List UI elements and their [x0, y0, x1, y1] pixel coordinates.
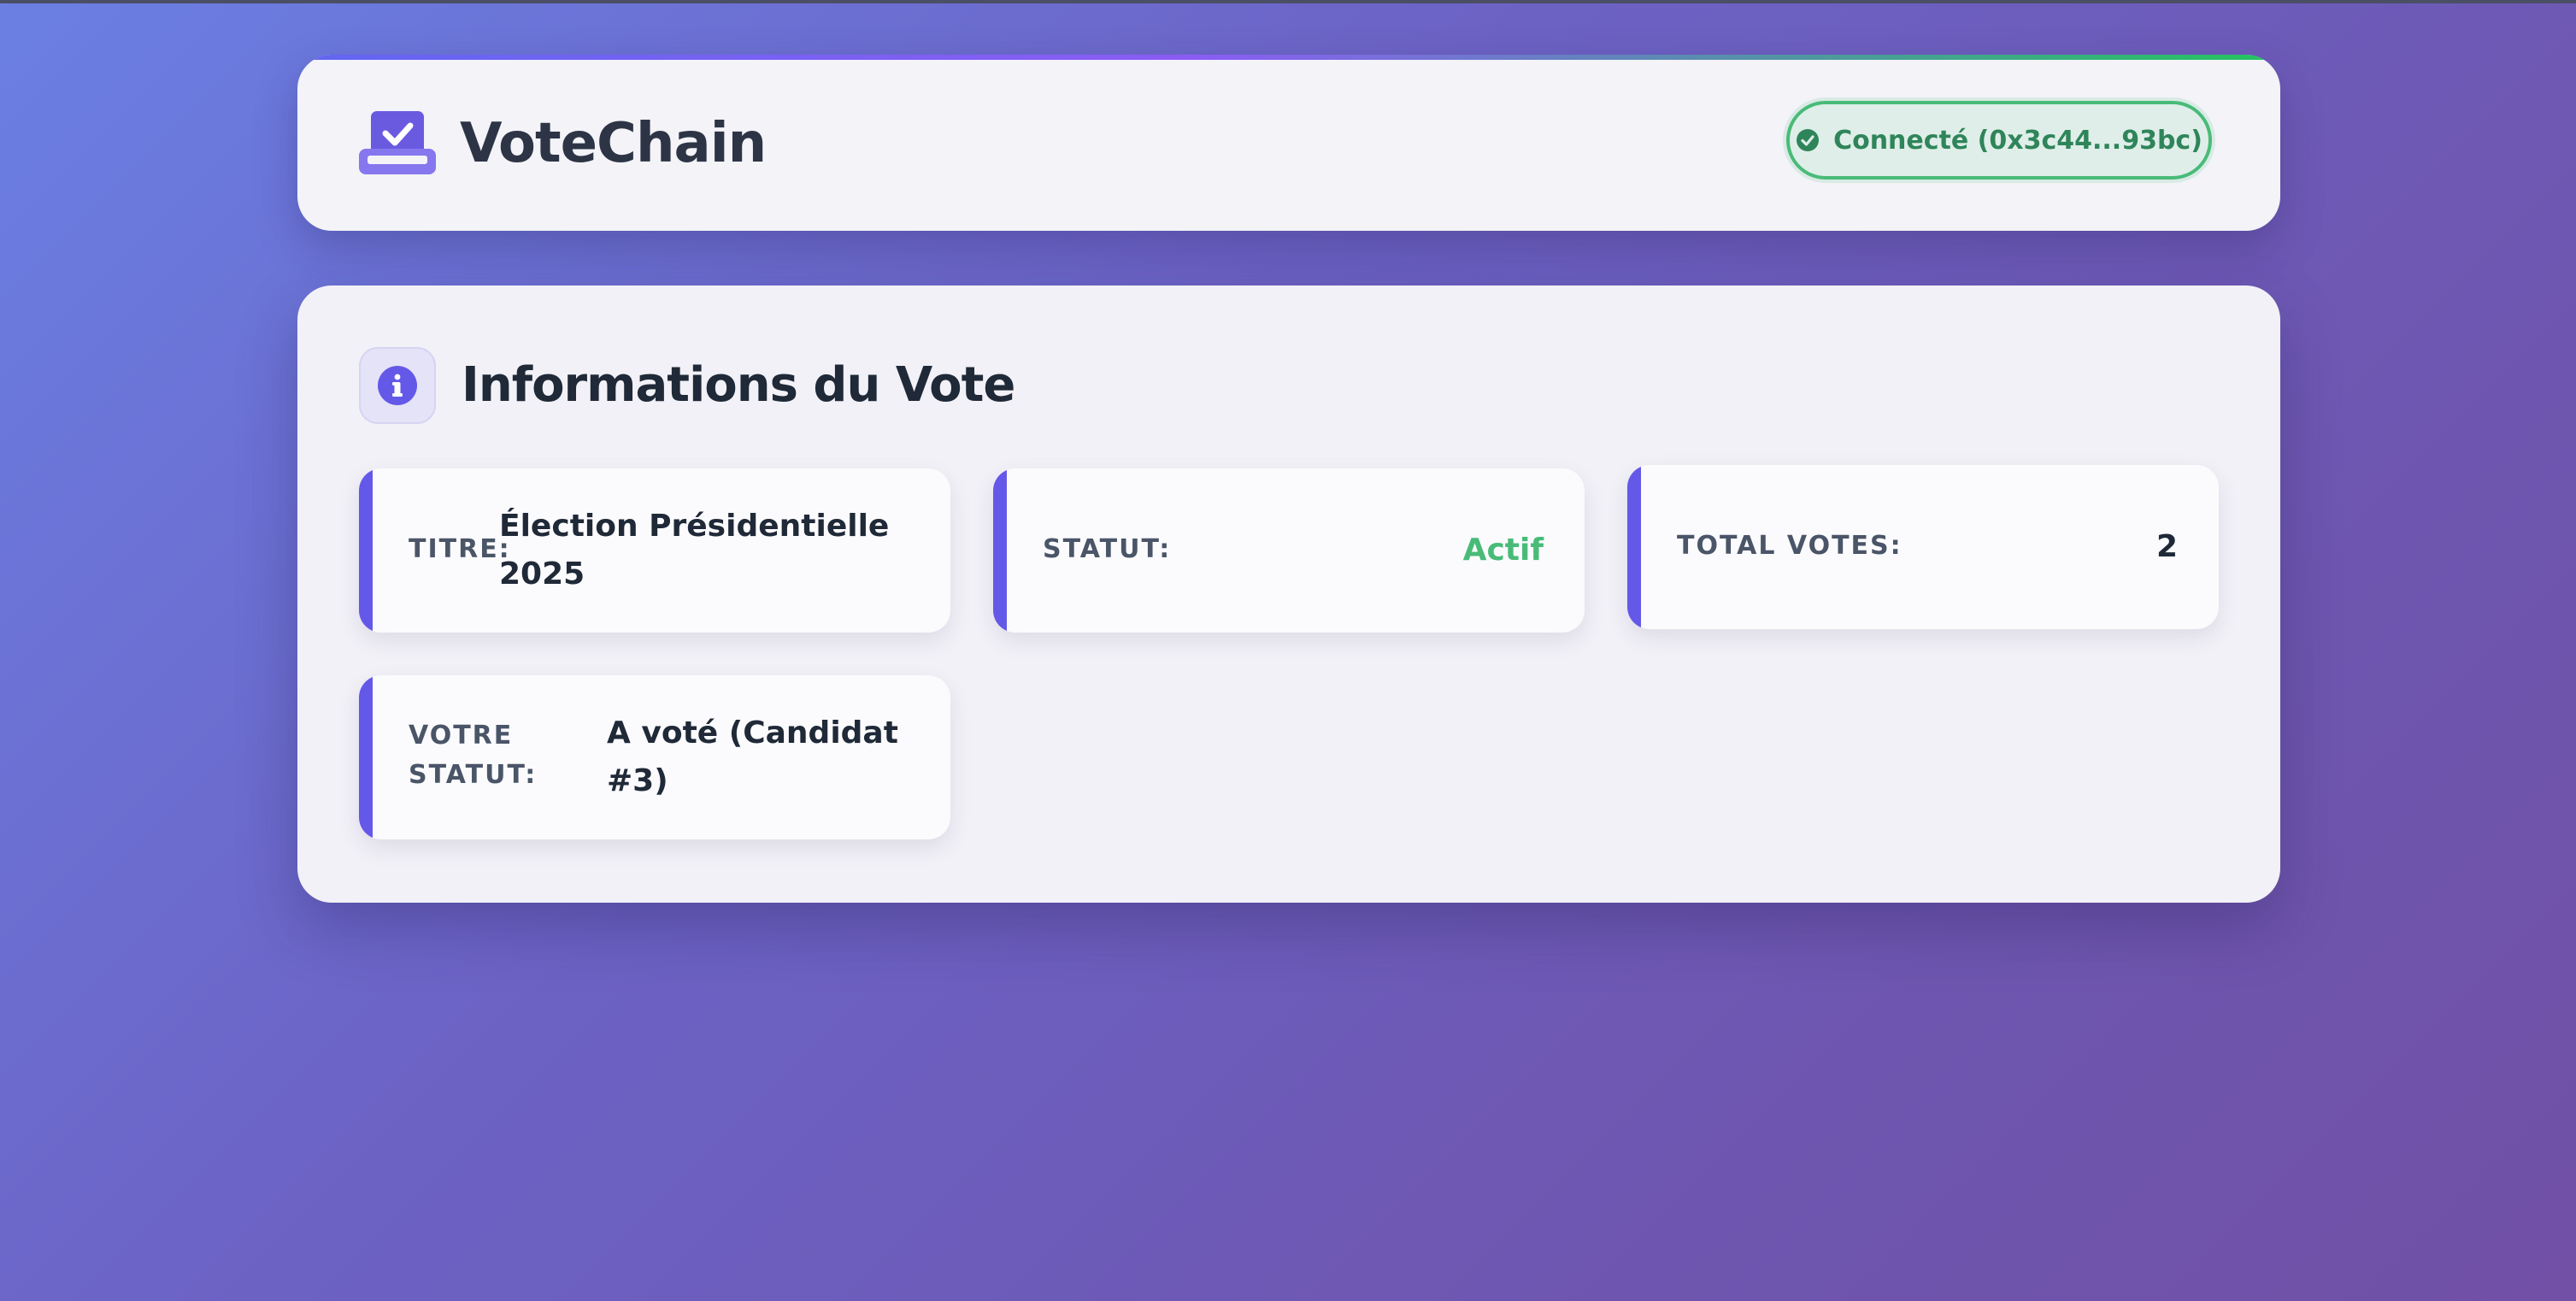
info-circle-icon: [378, 366, 417, 405]
card-label: VOTRE STATUT:: [409, 721, 538, 790]
header-accent-bar: [297, 55, 2280, 60]
card-value: A voté (Candidat #3): [607, 715, 898, 798]
card-label: TITRE:: [409, 534, 511, 564]
window-top-border: [0, 0, 2576, 3]
info-icon-container: [359, 347, 436, 424]
app-header: VoteChain Connecté (0x3c44...93bc): [297, 55, 2280, 231]
card-value: 2: [2155, 529, 2178, 564]
info-card-your-status: VOTRE STATUT: A voté (Candidat #3): [359, 675, 950, 839]
info-card-title: TITRE: Élection Présidentielle 2025: [359, 468, 950, 633]
status-value-active: Actif: [1462, 533, 1544, 568]
info-card-total-votes: TOTAL VOTES: 2: [1627, 465, 2219, 629]
wallet-connection-badge[interactable]: Connecté (0x3c44...93bc): [1786, 101, 2212, 180]
check-circle-icon: [1797, 129, 1820, 151]
card-label: STATUT:: [1043, 534, 1172, 564]
info-card-status: STATUT: Actif: [993, 468, 1585, 633]
vote-info-panel: Informations du Vote TITRE: Élection Pré…: [297, 286, 2280, 903]
card-value: Élection Présidentielle 2025: [499, 509, 890, 592]
ballot-box-check-icon: [359, 111, 436, 174]
app-brand-name: VoteChain: [460, 112, 767, 175]
connection-status-text: Connecté (0x3c44...93bc): [1833, 125, 2203, 156]
panel-title: Informations du Vote: [462, 357, 1015, 413]
card-label: TOTAL VOTES:: [1677, 531, 1903, 561]
